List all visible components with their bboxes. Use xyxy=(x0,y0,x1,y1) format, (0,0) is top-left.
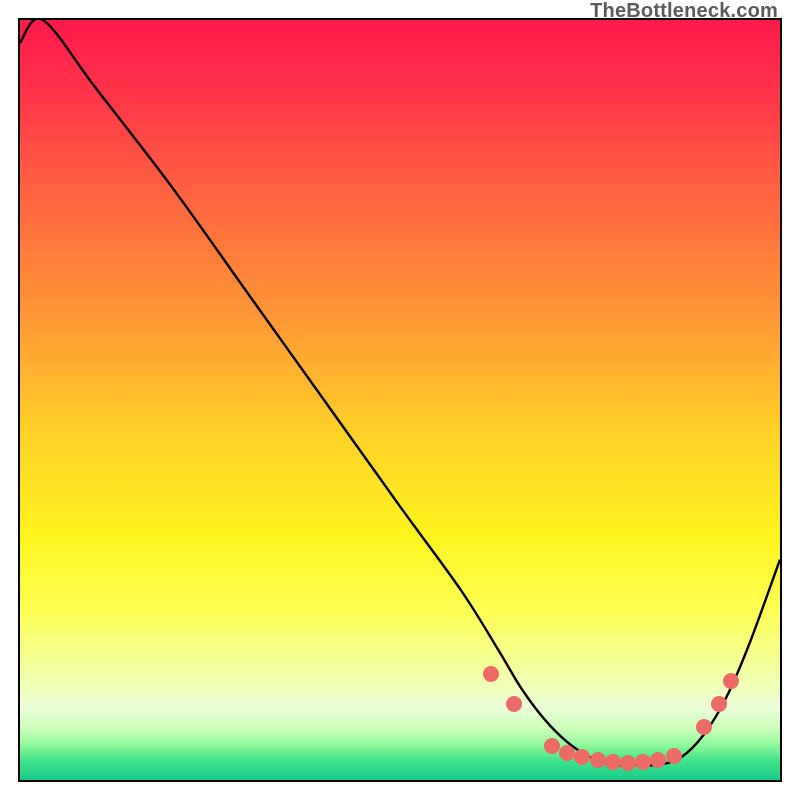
marker-dot xyxy=(506,696,522,712)
marker-dot xyxy=(666,748,682,764)
marker-dot xyxy=(635,754,651,770)
watermark-text: TheBottleneck.com xyxy=(590,0,778,23)
marker-dot xyxy=(620,755,636,771)
marker-dot xyxy=(544,738,560,754)
bottleneck-curve xyxy=(20,20,780,765)
marker-dot xyxy=(605,754,621,770)
marker-dot xyxy=(723,673,739,689)
marker-dot xyxy=(696,719,712,735)
marker-dot xyxy=(483,666,499,682)
marker-dot xyxy=(590,752,606,768)
